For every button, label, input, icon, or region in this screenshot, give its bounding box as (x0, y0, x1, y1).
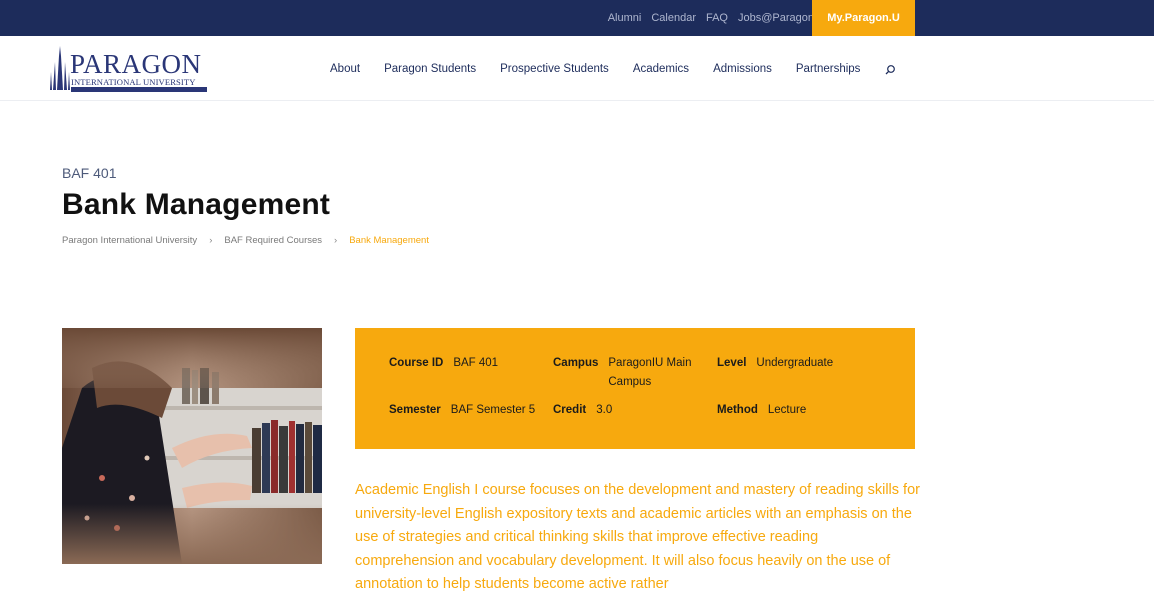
site-header: PARAGON INTERNATIONAL UNIVERSITY About P… (0, 36, 1154, 101)
info-method-label: Method (717, 404, 758, 416)
info-level: Level Undergraduate (717, 354, 833, 373)
library-photo-image (62, 328, 322, 564)
tower-logo-icon (50, 46, 70, 90)
breadcrumb: Paragon International University › BAF R… (62, 235, 429, 246)
info-level-label: Level (717, 357, 747, 369)
info-course-id: Course ID BAF 401 (389, 354, 498, 373)
logo-subtitle: INTERNATIONAL UNIVERSITY (71, 77, 196, 87)
nav-about[interactable]: About (330, 63, 360, 75)
breadcrumb-home[interactable]: Paragon International University (62, 235, 197, 246)
course-photo (62, 328, 322, 564)
nav-academics[interactable]: Academics (633, 63, 689, 75)
info-course-id-value: BAF 401 (453, 357, 499, 369)
course-code: BAF 401 (62, 165, 117, 181)
nav-partnerships[interactable]: Partnerships (796, 63, 861, 75)
info-semester-label: Semester (389, 404, 441, 416)
nav-admissions[interactable]: Admissions (713, 63, 772, 75)
page-title: Bank Management (62, 188, 331, 221)
main-nav: About Paragon Students Prospective Stude… (330, 36, 896, 101)
search-icon[interactable] (884, 63, 896, 75)
top-utility-bar: Alumni Calendar FAQ Jobs@Paragon.U My.Pa… (0, 0, 1154, 36)
info-credit: Credit 3.0 (553, 401, 612, 420)
breadcrumb-separator: › (334, 235, 338, 246)
logo-underline (71, 87, 207, 92)
top-links: Alumni Calendar FAQ Jobs@Paragon.U (598, 0, 825, 36)
info-method: Method Lecture (717, 401, 806, 420)
info-campus: Campus ParagonIU Main Campus (553, 354, 713, 392)
breadcrumb-separator: › (209, 235, 213, 246)
course-info-box: Course ID BAF 401 Campus ParagonIU Main … (355, 328, 915, 449)
info-campus-value: ParagonIU Main Campus (608, 357, 692, 388)
info-credit-label: Credit (553, 404, 587, 416)
info-campus-label: Campus (553, 357, 599, 369)
breadcrumb-current: Bank Management (349, 235, 429, 246)
my-paragon-button[interactable]: My.Paragon.U (812, 0, 915, 36)
breadcrumb-baf-required[interactable]: BAF Required Courses (224, 235, 322, 246)
top-link-calendar[interactable]: Calendar (651, 12, 696, 24)
info-level-value: Undergraduate (756, 357, 834, 369)
info-course-id-label: Course ID (389, 357, 444, 369)
info-semester: Semester BAF Semester 5 (389, 401, 535, 420)
logo-wordmark: PARAGON (70, 49, 202, 79)
course-description: Academic English I course focuses on the… (355, 482, 920, 593)
top-link-faq[interactable]: FAQ (706, 12, 728, 24)
info-semester-value: BAF Semester 5 (450, 404, 536, 416)
top-link-alumni[interactable]: Alumni (608, 12, 642, 24)
university-logo[interactable]: PARAGON INTERNATIONAL UNIVERSITY (48, 44, 210, 94)
info-credit-value: 3.0 (596, 404, 613, 416)
info-method-value: Lecture (767, 404, 807, 416)
nav-prospective-students[interactable]: Prospective Students (500, 63, 609, 75)
nav-paragon-students[interactable]: Paragon Students (384, 63, 476, 75)
